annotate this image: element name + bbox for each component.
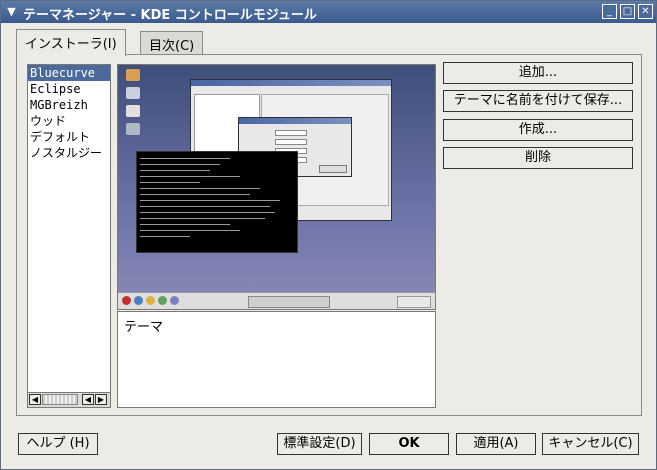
terminal-line [140, 206, 270, 207]
terminal-line [140, 164, 220, 165]
terminal-line [140, 188, 260, 189]
terminal-line [140, 236, 190, 237]
scroll-right-icon[interactable]: ▶ [95, 394, 107, 405]
chevron-down-icon[interactable]: ▼ [4, 4, 19, 19]
trash-icon [126, 123, 140, 135]
terminal-icon [170, 296, 179, 305]
scrollbar-thumb[interactable] [42, 394, 78, 405]
theme-description: テーマ [117, 311, 436, 408]
preview-task-button [248, 296, 330, 308]
ok-button[interactable]: OK [369, 433, 449, 455]
mail-icon [146, 296, 155, 305]
list-item[interactable]: ウッド [28, 113, 110, 129]
save-theme-as-button[interactable]: テーマに名前を付けて保存... [443, 90, 633, 112]
list-item[interactable]: Eclipse [28, 81, 110, 97]
cancel-button[interactable]: キャンセル(C) [542, 433, 639, 455]
list-item[interactable]: デフォルト [28, 129, 110, 145]
tab-contents[interactable]: 目次(C) [140, 31, 204, 55]
terminal-line [140, 194, 250, 195]
horizontal-scrollbar[interactable]: ◀ ◀ ▶ [28, 392, 110, 407]
defaults-button[interactable]: 標準設定(D) [277, 433, 362, 455]
scroll-left-icon[interactable]: ◀ [82, 394, 94, 405]
terminal-line [140, 176, 240, 177]
preview-ok-button [319, 165, 347, 173]
theme-list[interactable]: Bluecurve Eclipse MGBreizh ウッド デフォルト ノスタ… [27, 64, 111, 408]
printer-icon [126, 105, 140, 117]
preview-window-titlebar [191, 80, 391, 86]
preview-taskbar [118, 292, 435, 309]
minimize-icon[interactable]: _ [602, 4, 617, 19]
preview-window-titlebar [239, 118, 351, 124]
terminal-line [140, 158, 230, 159]
terminal-line [140, 212, 275, 213]
office-icon [158, 296, 167, 305]
theme-manager-window: ▼ テーマネージャー - KDE コントロールモジュール _ □ ✕ インストー… [0, 0, 657, 470]
add-theme-button[interactable]: 追加... [443, 62, 633, 84]
list-item[interactable]: Bluecurve [28, 65, 110, 81]
delete-theme-button[interactable]: 削除 [443, 147, 633, 169]
preview-terminal-window [136, 151, 298, 253]
list-item[interactable]: ノスタルジー [28, 145, 110, 161]
terminal-line [140, 230, 240, 231]
redhat-icon [122, 296, 131, 305]
terminal-line [140, 200, 280, 201]
preview-field [275, 130, 307, 136]
folder-icon [126, 69, 140, 81]
terminal-line [140, 218, 265, 219]
help-button[interactable]: ヘルプ (H) [18, 433, 98, 455]
list-item[interactable]: MGBreizh [28, 97, 110, 113]
terminal-line [140, 170, 210, 171]
title-bar[interactable]: ▼ テーマネージャー - KDE コントロールモジュール _ □ ✕ [1, 1, 656, 23]
close-icon[interactable]: ✕ [638, 4, 653, 19]
terminal-line [140, 182, 200, 183]
preview-clock [397, 296, 431, 308]
theme-preview-image [117, 64, 436, 310]
tab-installer[interactable]: インストーラ(I) [16, 29, 126, 56]
installer-panel: Bluecurve Eclipse MGBreizh ウッド デフォルト ノスタ… [16, 54, 642, 416]
preview-field [275, 139, 307, 145]
terminal-line [140, 224, 230, 225]
scroll-left-icon[interactable]: ◀ [29, 394, 41, 405]
computer-icon [126, 87, 140, 99]
browser-icon [134, 296, 143, 305]
maximize-icon[interactable]: □ [620, 4, 635, 19]
apply-button[interactable]: 適用(A) [456, 433, 536, 455]
create-theme-button[interactable]: 作成... [443, 119, 633, 141]
window-title: テーマネージャー - KDE コントロールモジュール [23, 8, 317, 23]
